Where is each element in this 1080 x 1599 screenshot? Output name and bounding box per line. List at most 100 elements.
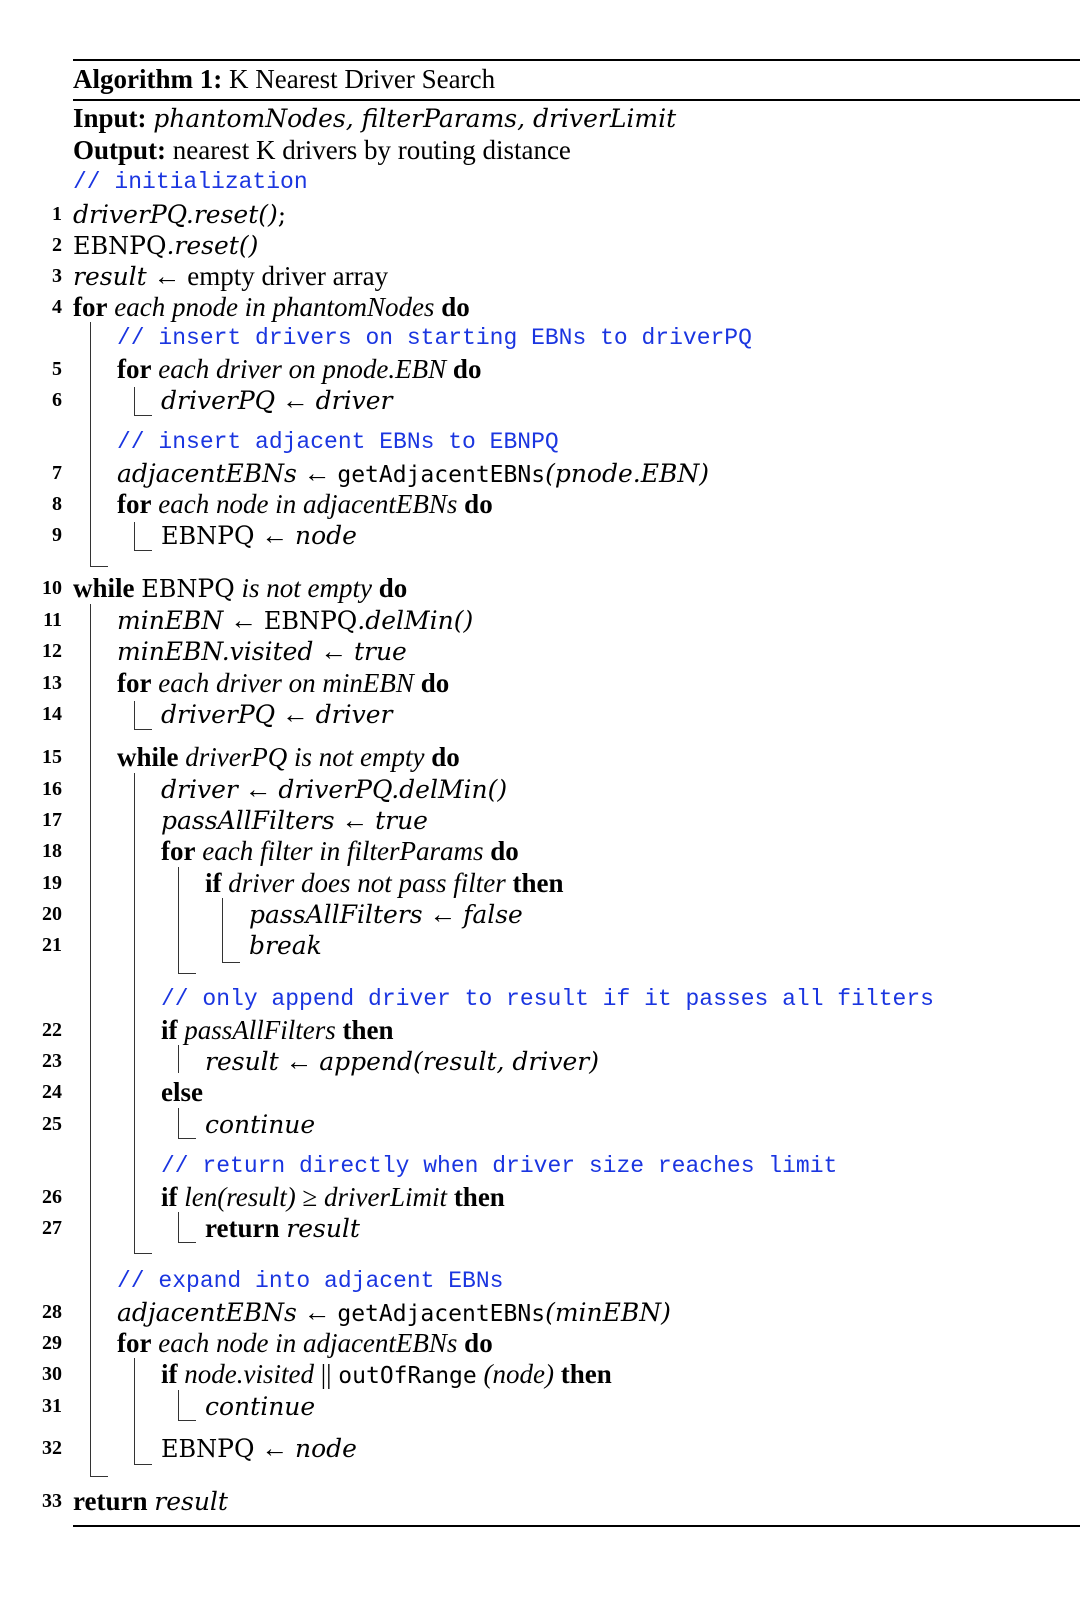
line-number: 23 — [42, 1050, 62, 1072]
comment-text: // insert drivers on starting EBNs to dr… — [117, 325, 752, 351]
line-number: 9 — [52, 524, 62, 546]
line-content: adjacentEBNs ← getAdjacentEBNs(pnode.EBN… — [117, 458, 709, 488]
line-content: if passAllFilters then — [161, 1015, 394, 1045]
block-end — [90, 566, 108, 567]
algorithm-label: Algorithm 1: — [73, 64, 223, 94]
block-end — [222, 962, 240, 963]
line-content: for each driver on minEBN do — [117, 668, 450, 698]
line-content: if len(result) ≥ driverLimit then — [161, 1182, 505, 1212]
line-content: EBNPQ.reset() — [73, 231, 259, 260]
line-content: driverPQ ← driver — [161, 699, 393, 729]
line-content: while driverPQ is not empty do — [117, 742, 460, 772]
line-content: driverPQ ← driver — [161, 385, 393, 415]
block-end — [134, 550, 152, 551]
line-number: 12 — [42, 640, 62, 662]
line-number: 11 — [43, 609, 62, 631]
line-number: 29 — [42, 1332, 62, 1354]
line-number: 18 — [42, 840, 62, 862]
block-line — [134, 1358, 135, 1464]
line-number: 16 — [42, 778, 62, 800]
line-content: if driver does not pass filter then — [205, 868, 564, 898]
block-line — [178, 867, 179, 973]
top-rule — [73, 59, 1080, 61]
block-end — [178, 973, 196, 974]
line-content: passAllFilters ← true — [161, 805, 428, 835]
line-content: continue — [205, 1392, 316, 1421]
line-content: return result — [73, 1486, 228, 1516]
block-line — [90, 604, 91, 1476]
line-number: 20 — [42, 903, 62, 925]
line-number: 30 — [42, 1363, 62, 1385]
line-number: 31 — [42, 1395, 62, 1417]
line-content: for each pnode in phantomNodes do — [73, 292, 470, 322]
output-line: Output: nearest K drivers by routing dis… — [73, 134, 571, 166]
block-line — [90, 322, 91, 566]
line-number: 28 — [42, 1301, 62, 1323]
line-number: 4 — [52, 296, 62, 318]
line-content: break — [249, 931, 322, 960]
line-content: result ← empty driver array — [73, 261, 389, 291]
block-end — [178, 1420, 196, 1421]
comment-text: // return directly when driver size reac… — [161, 1153, 838, 1179]
comment-text: // expand into adjacent EBNs — [117, 1268, 504, 1294]
line-number: 3 — [52, 265, 62, 287]
comment-text: // insert adjacent EBNs to EBNPQ — [117, 429, 559, 455]
block-line — [178, 1108, 179, 1138]
line-number: 21 — [42, 934, 62, 956]
block-end — [134, 1464, 152, 1465]
line-content: EBNPQ ← node — [161, 1433, 357, 1463]
line-content: driver ← driverPQ.delMin() — [161, 774, 508, 804]
block-end — [134, 729, 152, 730]
line-number: 10 — [42, 577, 62, 599]
line-content: result ← append(result, driver) — [205, 1046, 599, 1076]
line-content: else — [161, 1077, 203, 1107]
line-content: minEBN ← EBNPQ.delMin() — [117, 605, 474, 635]
line-number: 25 — [42, 1113, 62, 1135]
line-number: 24 — [42, 1081, 62, 1103]
block-line — [134, 773, 135, 1253]
block-line — [178, 1045, 179, 1073]
line-number: 19 — [42, 872, 62, 894]
output-label: Output: — [73, 135, 167, 165]
line-content: passAllFilters ← false — [249, 899, 523, 929]
input-label: Input: — [73, 103, 147, 133]
line-number: 15 — [42, 746, 62, 768]
line-number: 27 — [42, 1217, 62, 1239]
line-content: for each filter in filterParams do — [161, 836, 519, 866]
block-line — [222, 898, 223, 962]
block-line — [134, 387, 135, 415]
line-number: 32 — [42, 1437, 62, 1459]
block-end — [134, 1253, 152, 1254]
line-content: EBNPQ ← node — [161, 520, 357, 550]
line-content: minEBN.visited ← true — [117, 636, 407, 666]
algorithm-title: Algorithm 1: K Nearest Driver Search — [73, 62, 495, 96]
line-number: 7 — [52, 462, 62, 484]
block-end — [178, 1242, 196, 1243]
comment-text: // only append driver to result if it pa… — [161, 986, 934, 1012]
input-value: phantomNodes, filterParams, driverLimit — [153, 104, 677, 133]
block-line — [178, 1390, 179, 1420]
line-number: 33 — [42, 1490, 62, 1512]
line-content: while EBNPQ is not empty do — [73, 573, 408, 603]
block-line — [134, 522, 135, 550]
line-content: for each node in adjacentEBNs do — [117, 1328, 493, 1358]
line-number: 2 — [52, 234, 62, 256]
block-end — [90, 1476, 108, 1477]
line-number: 26 — [42, 1186, 62, 1208]
algorithm-name: K Nearest Driver Search — [228, 64, 496, 94]
block-end — [178, 1138, 196, 1139]
line-content: continue — [205, 1110, 316, 1139]
output-value: nearest K drivers by routing distance — [172, 135, 571, 165]
line-number: 6 — [52, 389, 62, 411]
line-number: 5 — [52, 358, 62, 380]
line-number: 14 — [42, 703, 62, 725]
block-end — [134, 415, 152, 416]
line-content: if node.visited || outOfRange (node) the… — [161, 1359, 612, 1389]
line-number: 13 — [42, 672, 62, 694]
line-content: return result — [205, 1213, 360, 1243]
line-content: for each node in adjacentEBNs do — [117, 489, 493, 519]
bottom-rule — [73, 1525, 1080, 1527]
line-number: 1 — [52, 203, 62, 225]
line-content: driverPQ.reset(); — [73, 200, 287, 229]
input-line: Input: phantomNodes, filterParams, drive… — [73, 102, 676, 135]
